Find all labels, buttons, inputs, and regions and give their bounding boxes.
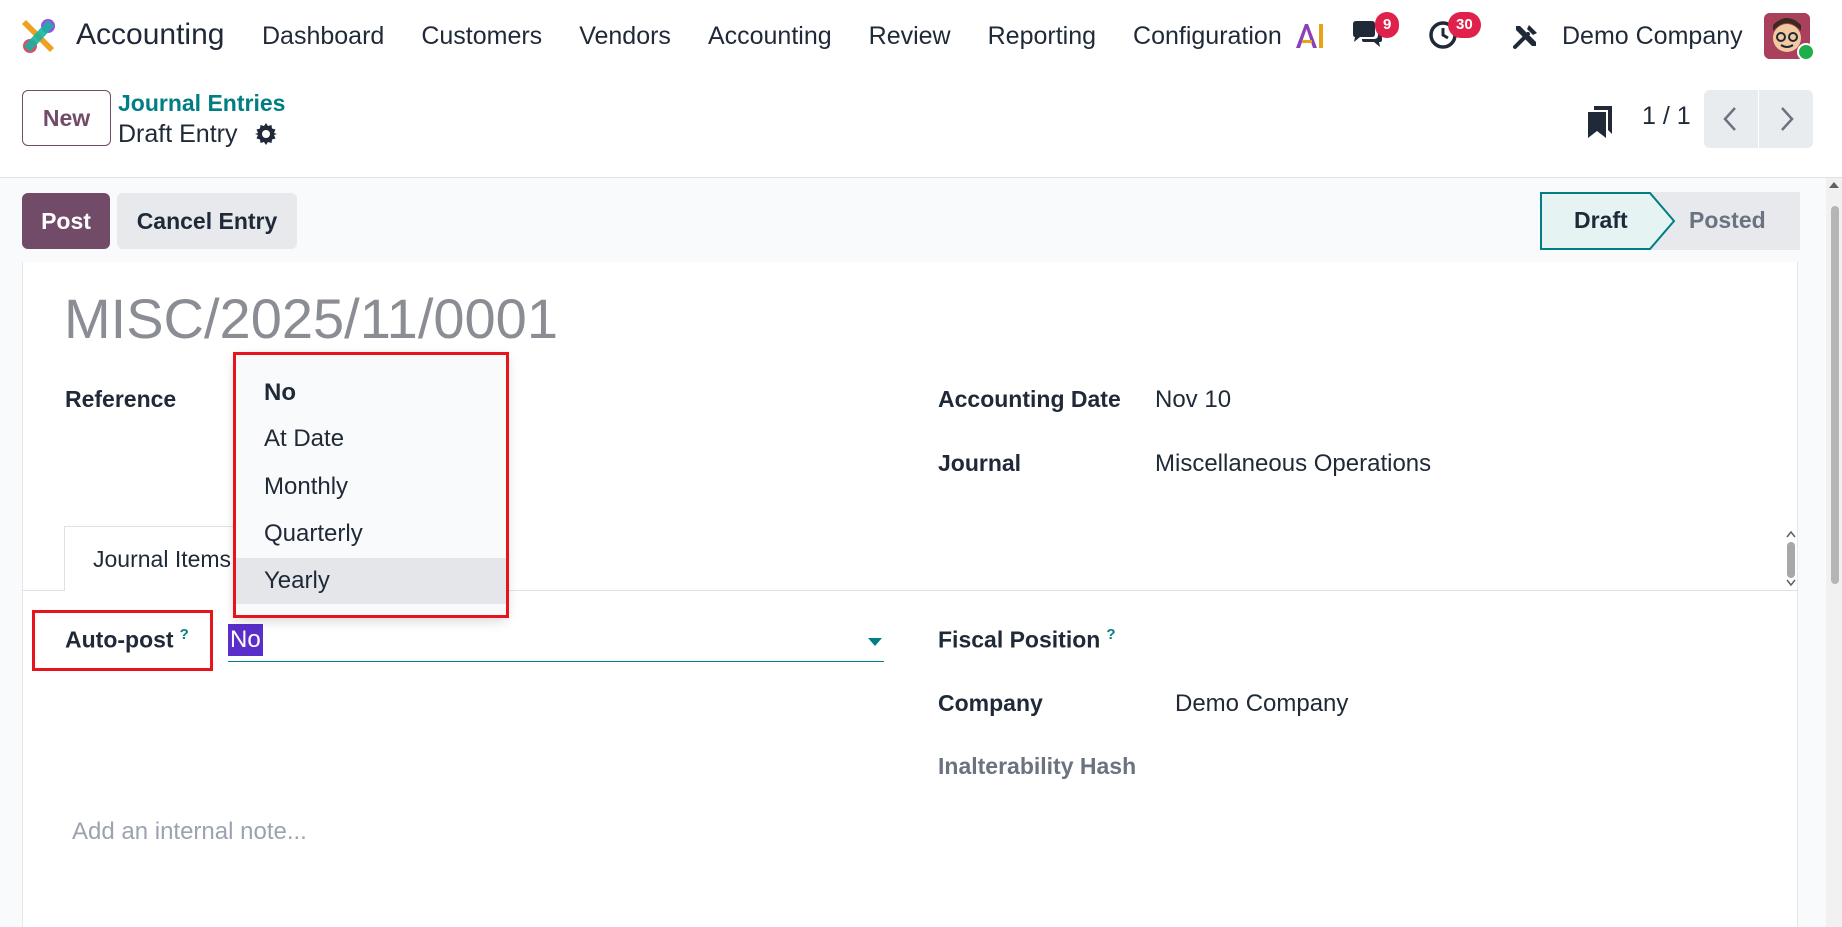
reference-label: Reference — [65, 386, 177, 412]
accounting-date-label: Accounting Date — [938, 386, 1121, 412]
inalterability-hash-label: Inalterability Hash — [938, 753, 1137, 779]
tab-scrollbar-thumb[interactable] — [1787, 542, 1795, 578]
new-button[interactable]: New — [22, 90, 111, 146]
autopost-option-at-date[interactable]: At Date — [236, 416, 506, 462]
stage-posted[interactable]: Posted — [1689, 192, 1766, 250]
autopost-option-yearly[interactable]: Yearly — [236, 558, 506, 604]
main-menu: Dashboard Customers Vendors Accounting R… — [262, 20, 1319, 52]
autopost-option-monthly[interactable]: Monthly — [236, 464, 506, 510]
menu-vendors[interactable]: Vendors — [579, 20, 671, 52]
breadcrumb-journal-entries[interactable]: Journal Entries — [118, 90, 285, 117]
menu-review[interactable]: Review — [869, 20, 951, 52]
accounting-app-icon[interactable] — [20, 16, 60, 56]
menu-configuration[interactable]: Configuration — [1133, 20, 1282, 52]
journal-field[interactable]: Miscellaneous Operations — [1155, 450, 1431, 478]
breadcrumb-current: Draft Entry — [118, 120, 238, 148]
autopost-value: No — [228, 624, 263, 656]
form-statusbar: Post Cancel Entry Draft Posted — [0, 178, 1842, 262]
caret-down-icon[interactable] — [868, 638, 882, 646]
accounting-date-field[interactable]: Nov 10 — [1155, 386, 1231, 414]
autopost-option-quarterly[interactable]: Quarterly — [236, 511, 506, 557]
chevron-left-icon — [1723, 107, 1736, 131]
gear-icon[interactable] — [254, 122, 278, 146]
debug-tools-icon[interactable] — [1512, 22, 1540, 50]
chevron-right-icon — [1781, 107, 1794, 131]
internal-note-input[interactable]: Add an internal note... — [72, 818, 307, 846]
online-status-icon — [1797, 43, 1815, 61]
autopost-help-icon[interactable]: ? — [180, 626, 189, 643]
cancel-entry-button[interactable]: Cancel Entry — [117, 193, 297, 249]
menu-reporting[interactable]: Reporting — [988, 20, 1096, 52]
entry-name: MISC/2025/11/0001 — [64, 287, 558, 350]
top-navbar: Accounting Dashboard Customers Vendors A… — [0, 0, 1842, 72]
post-button[interactable]: Post — [22, 193, 110, 249]
control-panel: New Journal Entries Draft Entry 1 / 1 — [0, 72, 1842, 178]
page-scrollbar-thumb[interactable] — [1831, 206, 1839, 584]
fiscal-position-help-icon[interactable]: ? — [1106, 626, 1115, 643]
fiscal-position-label: Fiscal Position? — [938, 626, 1116, 654]
autopost-dropdown-menu: No At Date Monthly Quarterly Yearly — [236, 354, 506, 616]
ai-icon[interactable] — [1294, 20, 1326, 50]
tab-scroll-up-icon[interactable] — [1785, 530, 1797, 538]
pager-next-button[interactable] — [1759, 90, 1813, 148]
company-label: Company — [938, 690, 1043, 716]
autopost-label-text: Auto-post — [65, 626, 174, 653]
stage-draft[interactable]: Draft — [1574, 192, 1628, 250]
activities-count-badge: 30 — [1448, 12, 1481, 38]
bookmark-icon[interactable] — [1586, 104, 1614, 140]
fiscal-position-label-text: Fiscal Position — [938, 626, 1101, 653]
autopost-label: Auto-post? — [65, 626, 189, 654]
autopost-select[interactable]: No — [228, 620, 884, 662]
journal-label: Journal — [938, 450, 1022, 476]
pager-value[interactable]: 1 / 1 — [1642, 102, 1691, 131]
pager-previous-button[interactable] — [1704, 90, 1758, 148]
app-name[interactable]: Accounting — [76, 18, 224, 52]
autopost-option-no[interactable]: No — [236, 370, 506, 416]
company-switcher[interactable]: Demo Company — [1562, 20, 1743, 52]
menu-accounting[interactable]: Accounting — [708, 20, 832, 52]
messages-count-badge: 9 — [1375, 12, 1400, 38]
menu-customers[interactable]: Customers — [421, 20, 542, 52]
scroll-up-icon[interactable] — [1828, 180, 1840, 190]
company-field[interactable]: Demo Company — [1175, 690, 1348, 718]
menu-dashboard[interactable]: Dashboard — [262, 20, 384, 52]
tab-scroll-down-icon[interactable] — [1785, 579, 1797, 587]
